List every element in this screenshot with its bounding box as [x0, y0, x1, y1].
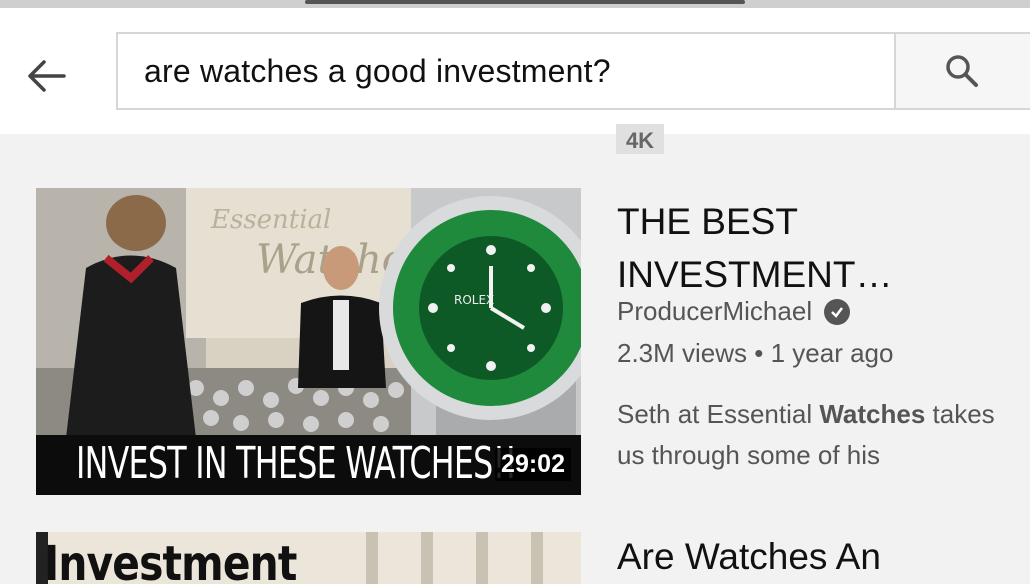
description-pre: Seth at Essential	[617, 399, 820, 429]
verified-check-icon	[824, 298, 851, 325]
search-icon	[946, 55, 978, 87]
back-button[interactable]	[18, 48, 74, 104]
search-header: are watches a good investment?	[0, 8, 1030, 134]
video-title-2[interactable]: Are Watches An	[617, 536, 881, 578]
arrow-left-icon	[28, 60, 66, 92]
search-query-text: are watches a good investment?	[144, 52, 611, 89]
video-meta: 2.3M views • 1 year ago	[617, 338, 894, 368]
video-thumbnail-2[interactable]: Investment	[36, 532, 581, 584]
thumbnail-caption: INVEST IN THESE WATCHES!!	[76, 438, 517, 489]
search-input[interactable]: are watches a good investment?	[116, 32, 896, 110]
video-duration: 29:02	[495, 448, 571, 481]
channel-name-row[interactable]: ProducerMichael	[617, 296, 851, 327]
search-button[interactable]	[894, 32, 1030, 110]
quality-badge: 4K	[616, 124, 664, 154]
description-bold: Watches	[819, 399, 926, 429]
video-title[interactable]: THE BEST INVESTMENT…	[617, 195, 1017, 301]
channel-name: ProducerMichael	[617, 296, 813, 326]
svg-text:ROLEX: ROLEX	[454, 293, 494, 307]
status-bar-handle	[305, 0, 745, 4]
video-description: Seth at Essential Watches takes us throu…	[617, 394, 1027, 476]
thumbnail-caption-2: Investment	[44, 536, 297, 584]
video-thumbnail[interactable]: Essential Watches ROLEX	[36, 188, 581, 495]
svg-text:Essential: Essential	[210, 205, 331, 235]
